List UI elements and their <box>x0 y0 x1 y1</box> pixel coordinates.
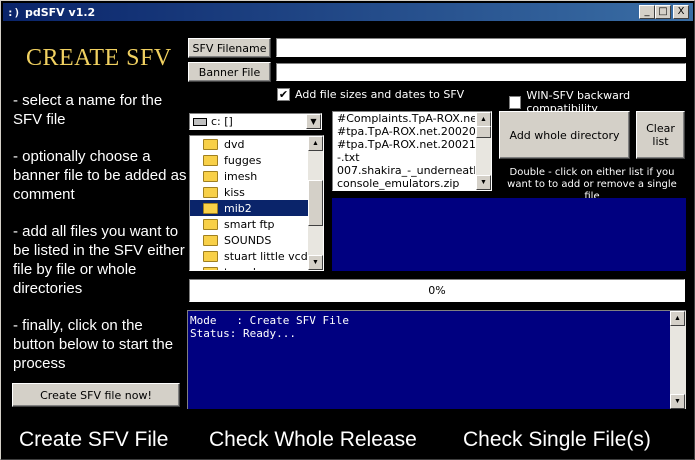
directory-items: dvd fugges imesh kiss mib2 smart ftp SOUNDS stu… <box>190 136 308 271</box>
file-item[interactable]: #tpa.TpA-ROX.net.20021005 <box>333 138 475 151</box>
file-list[interactable]: #Complaints.TpA-ROX.net.20#tpa.TpA-ROX.n… <box>332 111 492 191</box>
add-directory-button[interactable]: Add whole directory <box>499 111 630 159</box>
banner-file-button[interactable]: Banner File <box>188 62 271 82</box>
folder-icon <box>203 266 218 270</box>
log-line: Mode : Create SFV File <box>190 314 349 327</box>
app-window: :) pdSFV v1.2 _ □ X CREATE SFV - select … <box>0 0 695 460</box>
drive-select[interactable]: c: [] ▼ <box>189 113 322 130</box>
folder-icon <box>203 250 218 262</box>
log-line: Status: Ready... <box>190 327 296 340</box>
directory-label: stuart little vcd <box>224 249 308 263</box>
folder-icon <box>203 234 218 246</box>
directory-item[interactable]: travel <box>190 264 308 271</box>
directory-label: mib2 <box>224 201 252 215</box>
directory-label: kiss <box>224 185 245 199</box>
directory-label: smart ftp <box>224 217 275 231</box>
scroll-up-icon[interactable]: ▲ <box>670 311 685 326</box>
directory-item[interactable]: smart ftp <box>190 216 308 232</box>
tab-check-single[interactable]: Check Single File(s) <box>463 428 651 452</box>
instruction-step: - select a name for the SFV file <box>13 92 163 128</box>
scroll-down-icon[interactable]: ▼ <box>670 394 685 409</box>
directory-item[interactable]: fugges <box>190 152 308 168</box>
directory-label: fugges <box>224 153 262 167</box>
directory-label: travel <box>224 266 256 271</box>
tab-create-sfv[interactable]: Create SFV File <box>19 428 168 452</box>
file-item[interactable]: 007.shakira_-_underneath_yo <box>333 164 475 177</box>
log-scrollbar[interactable]: ▲ ▼ <box>670 311 686 409</box>
folder-icon <box>203 202 218 214</box>
title-bar[interactable]: :) pdSFV v1.2 _ □ X <box>3 3 693 21</box>
folder-icon <box>203 186 218 198</box>
window-controls: _ □ X <box>639 5 689 19</box>
scroll-up-icon[interactable]: ▲ <box>308 136 323 151</box>
log-lines: Mode : Create SFV File Status: Ready... <box>190 314 349 340</box>
instruction-step: - optionally choose a banner file to be … <box>13 148 187 203</box>
drive-icon <box>193 117 207 126</box>
folder-icon <box>203 138 218 150</box>
folder-icon <box>203 170 218 182</box>
window-title: pdSFV v1.2 <box>25 5 96 19</box>
add-sizes-option[interactable]: ✔ Add file sizes and dates to SFV <box>277 88 464 101</box>
directory-label: imesh <box>224 169 258 183</box>
file-item[interactable]: #Complaints.TpA-ROX.net.20 <box>333 112 475 125</box>
directory-item[interactable]: SOUNDS <box>190 232 308 248</box>
scroll-down-icon[interactable]: ▼ <box>476 175 491 190</box>
instruction-step: - add all files you want to be listed in… <box>13 223 185 297</box>
file-items: #Complaints.TpA-ROX.net.20#tpa.TpA-ROX.n… <box>333 112 491 190</box>
create-sfv-button[interactable]: Create SFV file now! <box>12 383 180 407</box>
section-heading: CREATE SFV <box>26 45 172 71</box>
directory-item[interactable]: stuart little vcd <box>190 248 308 264</box>
close-button[interactable]: X <box>673 5 689 19</box>
maximize-button[interactable]: □ <box>655 5 671 19</box>
scroll-thumb[interactable] <box>476 126 491 138</box>
app-icon: :) <box>7 5 21 19</box>
directory-item[interactable]: dvd <box>190 136 308 152</box>
file-item[interactable]: #tpa.TpA-ROX.net.20020914 <box>333 125 475 138</box>
file-item[interactable]: console_emulators.zip <box>333 177 475 190</box>
progress-bar: 0% <box>189 279 685 302</box>
folder-icon <box>203 218 218 230</box>
scroll-down-icon[interactable]: ▼ <box>308 255 323 270</box>
tab-check-release[interactable]: Check Whole Release <box>209 428 417 452</box>
drive-value: c: [] <box>211 115 233 128</box>
file-scrollbar[interactable]: ▲ ▼ <box>476 112 491 190</box>
add-sizes-checkbox[interactable]: ✔ <box>277 88 290 101</box>
sfv-filename-field[interactable] <box>276 38 686 57</box>
directory-item[interactable]: imesh <box>190 168 308 184</box>
directory-list[interactable]: dvd fugges imesh kiss mib2 smart ftp SOUNDS stu… <box>189 135 324 271</box>
directory-item[interactable]: mib2 <box>190 200 308 216</box>
banner-file-field[interactable] <box>276 63 686 81</box>
directory-item[interactable]: kiss <box>190 184 308 200</box>
selected-files-panel <box>332 198 686 271</box>
directory-label: dvd <box>224 137 245 151</box>
directory-scrollbar[interactable]: ▲ ▼ <box>308 136 323 270</box>
status-log: Mode : Create SFV File Status: Ready... ▲… <box>187 310 686 409</box>
folder-icon <box>203 154 218 166</box>
winsfv-checkbox[interactable] <box>509 95 522 109</box>
add-sizes-label: Add file sizes and dates to SFV <box>295 88 465 101</box>
directory-label: SOUNDS <box>224 233 272 247</box>
file-item[interactable]: -.txt <box>333 151 475 164</box>
scroll-thumb[interactable] <box>308 180 323 226</box>
minimize-button[interactable]: _ <box>639 5 655 19</box>
chevron-down-icon[interactable]: ▼ <box>306 114 321 129</box>
clear-list-button[interactable]: Clear list <box>636 111 685 159</box>
instructions: - select a name for the SFV file - optio… <box>13 91 188 391</box>
sfv-filename-button[interactable]: SFV Filename <box>188 38 271 58</box>
instruction-step: - finally, click on the button below to … <box>13 317 174 372</box>
scroll-up-icon[interactable]: ▲ <box>476 112 491 127</box>
progress-label: 0% <box>428 284 446 297</box>
